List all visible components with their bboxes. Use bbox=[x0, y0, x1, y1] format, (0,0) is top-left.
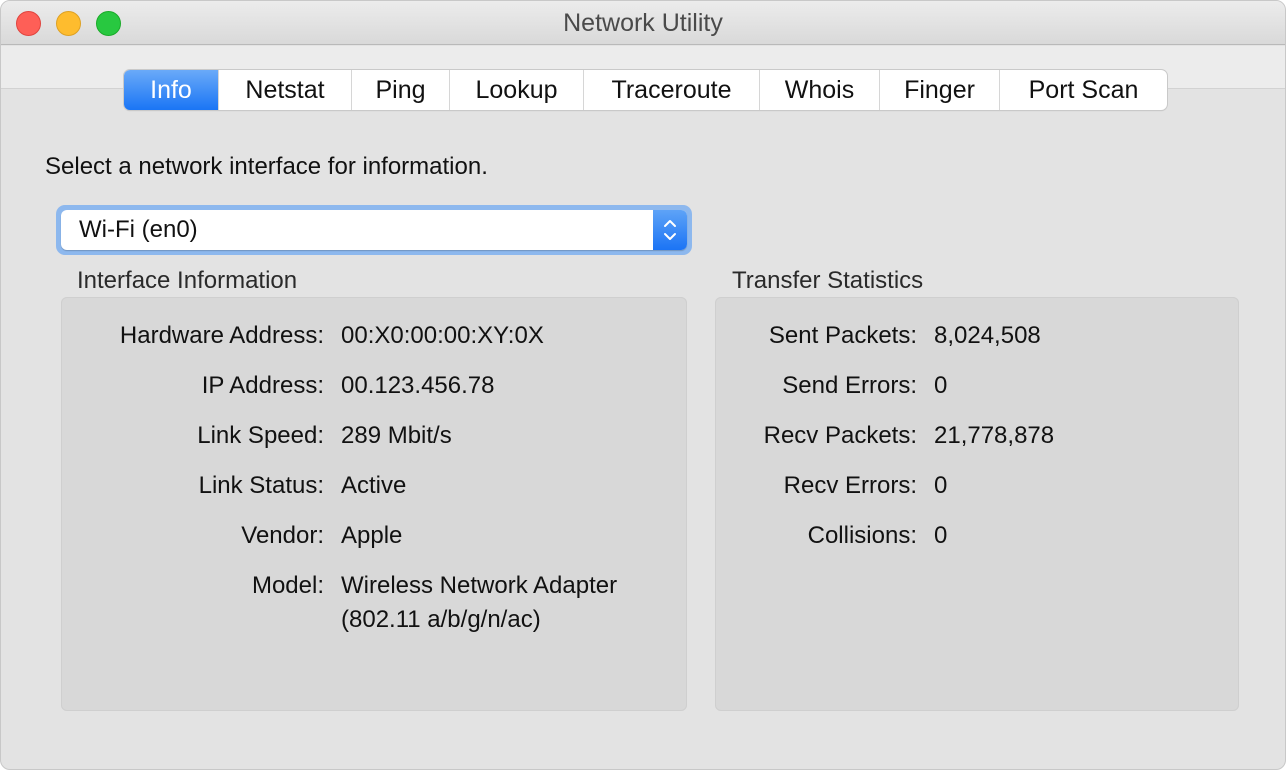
network-utility-window: Network Utility Info Netstat Ping Lookup… bbox=[0, 0, 1286, 770]
model-value-line2: (802.11 a/b/g/n/ac) bbox=[341, 606, 541, 633]
tab-bar: Info Netstat Ping Lookup Traceroute Whoi… bbox=[124, 70, 1167, 110]
title-bar[interactable]: Network Utility bbox=[1, 1, 1285, 45]
recv-packets-row: Recv Packets: 21,778,878 bbox=[1, 419, 1285, 453]
model-row: Model: Wireless Network Adapter (802.11 … bbox=[1, 569, 701, 639]
collisions-row: Collisions: 0 bbox=[1, 519, 1285, 553]
collisions-label: Collisions: bbox=[807, 522, 917, 549]
tab-lookup[interactable]: Lookup bbox=[449, 70, 583, 110]
tab-whois[interactable]: Whois bbox=[759, 70, 879, 110]
send-errors-value: 0 bbox=[934, 372, 948, 399]
tab-port-scan[interactable]: Port Scan bbox=[999, 70, 1167, 110]
interface-information-title: Interface Information bbox=[77, 267, 298, 294]
interface-prompt: Select a network interface for informati… bbox=[45, 153, 488, 180]
transfer-statistics-box bbox=[715, 297, 1239, 711]
tab-traceroute[interactable]: Traceroute bbox=[583, 70, 759, 110]
recv-errors-row: Recv Errors: 0 bbox=[1, 469, 1285, 503]
up-down-chevron-icon[interactable] bbox=[653, 210, 687, 250]
window-title: Network Utility bbox=[563, 9, 723, 37]
send-errors-row: Send Errors: 0 bbox=[1, 369, 1285, 403]
model-value: Wireless Network Adapter bbox=[341, 572, 618, 599]
interface-select[interactable]: Wi-Fi (en0) bbox=[61, 210, 687, 250]
recv-packets-value: 21,778,878 bbox=[934, 422, 1055, 449]
recv-packets-label: Recv Packets: bbox=[763, 422, 917, 449]
sent-packets-row: Sent Packets: 8,024,508 bbox=[1, 319, 1285, 353]
interface-information-box bbox=[61, 297, 687, 711]
recv-errors-value: 0 bbox=[934, 472, 948, 499]
transfer-statistics-title: Transfer Statistics bbox=[732, 267, 924, 294]
tab-netstat[interactable]: Netstat bbox=[218, 70, 351, 110]
collisions-value: 0 bbox=[934, 522, 948, 549]
tab-finger[interactable]: Finger bbox=[879, 70, 999, 110]
recv-errors-label: Recv Errors: bbox=[783, 472, 917, 499]
interface-select-value: Wi-Fi (en0) bbox=[79, 216, 198, 243]
sent-packets-label: Sent Packets: bbox=[768, 322, 917, 349]
sent-packets-value: 8,024,508 bbox=[934, 322, 1041, 349]
tab-info[interactable]: Info bbox=[124, 70, 218, 110]
tab-ping[interactable]: Ping bbox=[351, 70, 449, 110]
model-label: Model: bbox=[251, 572, 324, 599]
send-errors-label: Send Errors: bbox=[782, 372, 917, 399]
